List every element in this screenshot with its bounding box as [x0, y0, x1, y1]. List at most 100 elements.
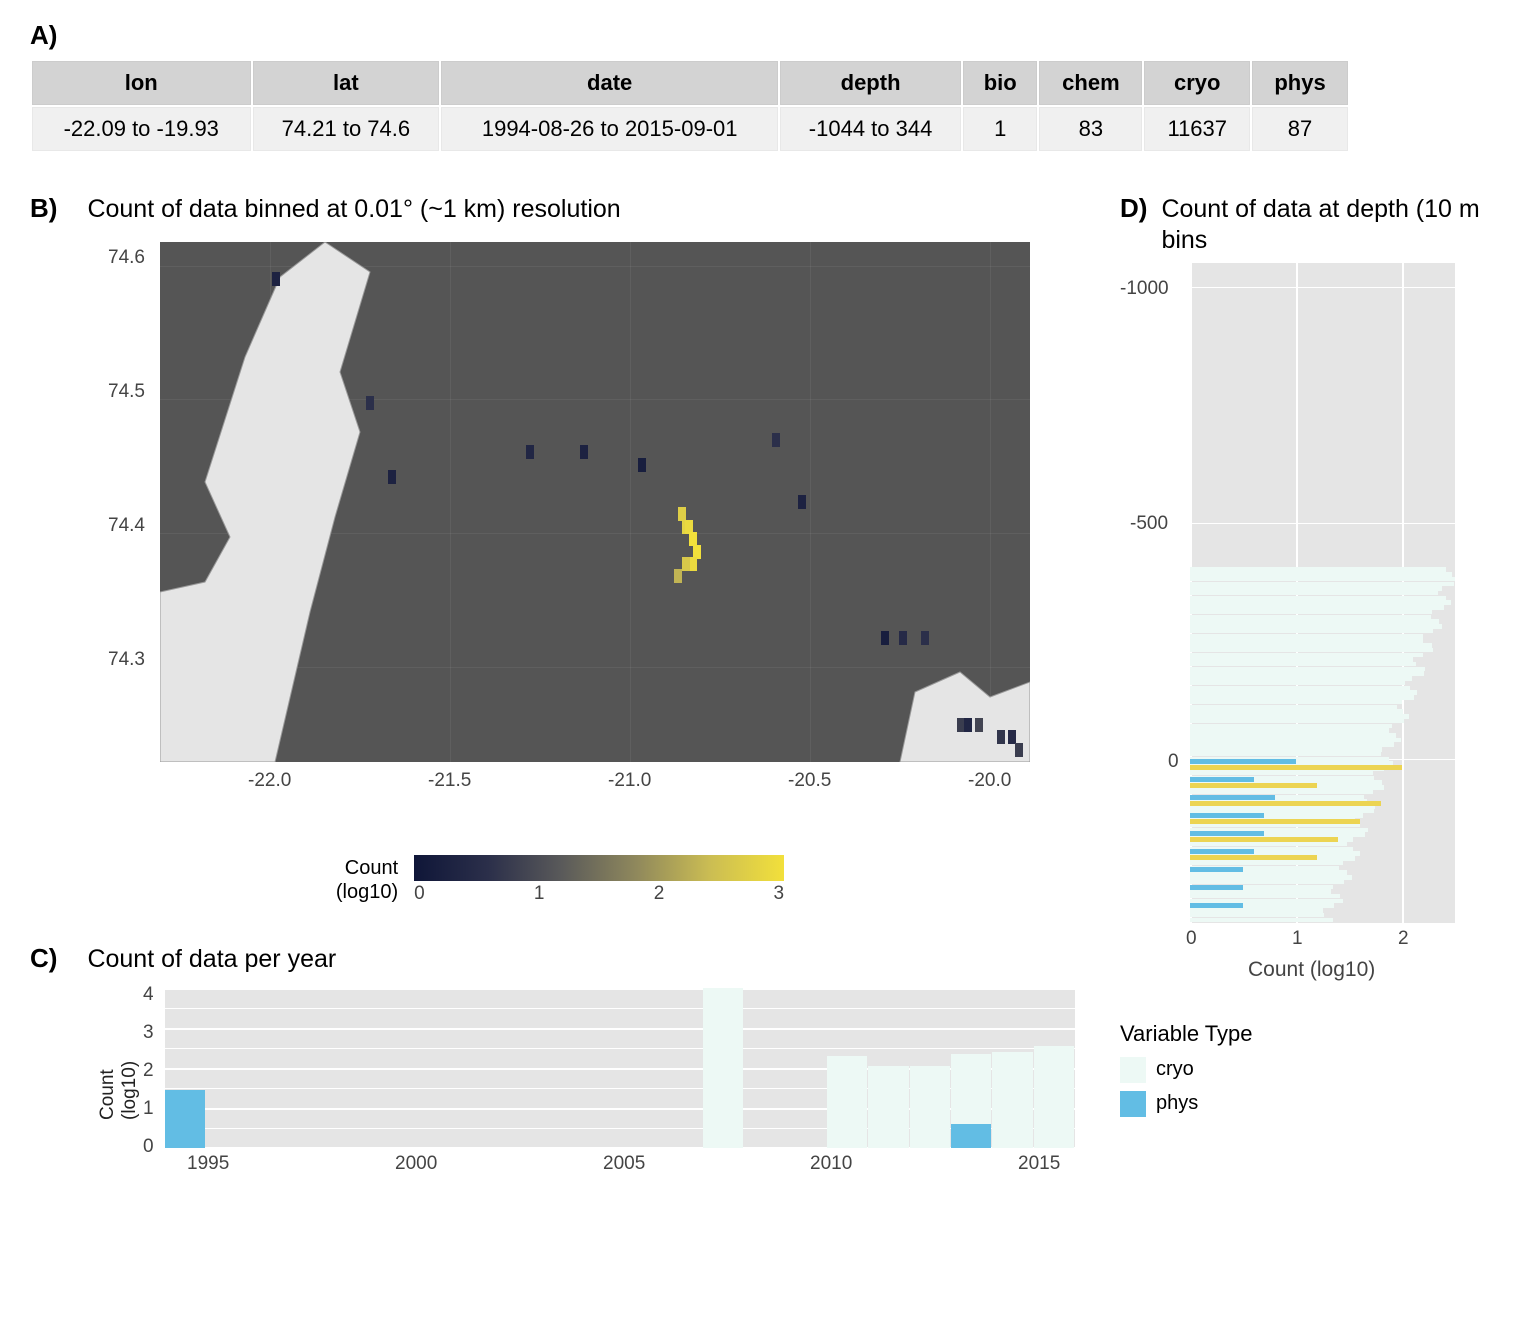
ytick: -1000 [1120, 278, 1169, 300]
bar-cryo [1190, 676, 1412, 681]
ytick: 1 [143, 1098, 154, 1120]
td-date: 1994-08-26 to 2015-09-01 [441, 107, 778, 151]
heat-cell [899, 631, 907, 645]
td-bio: 1 [963, 107, 1037, 151]
bar-phys [1190, 777, 1254, 782]
bar-cryo [1190, 747, 1382, 752]
xtick: 0 [1186, 928, 1197, 950]
colorbar-gradient [414, 855, 784, 881]
bar-chem [1190, 855, 1317, 860]
th-depth: depth [780, 61, 961, 105]
th-date: date [441, 61, 778, 105]
bar-chem [1190, 801, 1381, 806]
bar-cryo [1190, 908, 1323, 913]
bar-cryo [1190, 738, 1401, 743]
xtick: -21.5 [428, 770, 471, 792]
bar-cryo [1190, 690, 1417, 695]
xtick: -20.0 [968, 770, 1011, 792]
bar-cryo [1190, 823, 1360, 828]
bar-cryo [1190, 624, 1442, 629]
ytick: 0 [1168, 751, 1179, 773]
bar-cryo [1190, 752, 1381, 757]
bar-cryo [703, 988, 743, 1148]
bar-phys [1190, 849, 1254, 854]
bar-cryo [1190, 771, 1373, 776]
bar-phys [1190, 867, 1243, 872]
bar-cryo [1190, 709, 1403, 714]
bar-cryo [1190, 657, 1413, 662]
panel-a: A) lon lat date depth bio chem cryo phys… [30, 20, 1506, 153]
bar-cryo [1190, 918, 1333, 923]
bar-cryo [1190, 567, 1446, 572]
bar-cryo [1190, 600, 1451, 605]
heat-cell [689, 557, 697, 571]
bar-cryo [1190, 619, 1439, 624]
heat-cell [526, 445, 534, 459]
heat-cell [881, 631, 889, 645]
bar-phys [165, 1090, 205, 1148]
bar-cryo [1190, 686, 1410, 691]
bar-phys [1190, 903, 1243, 908]
legend: Variable Type cryo phys [1120, 1021, 1480, 1117]
xtick: 1995 [187, 1153, 229, 1175]
td-lat: 74.21 to 74.6 [253, 107, 440, 151]
bar-cryo [1190, 681, 1405, 686]
summary-table: lon lat date depth bio chem cryo phys -2… [30, 59, 1350, 153]
bar-cryo [827, 1056, 867, 1148]
bar-chem [1190, 819, 1360, 824]
ytick: -500 [1130, 513, 1168, 535]
bar-cryo [1190, 861, 1343, 866]
legend-item-phys: phys [1120, 1091, 1480, 1117]
xtick: -21.0 [608, 770, 651, 792]
bar-chem [1190, 837, 1338, 842]
th-bio: bio [963, 61, 1037, 105]
panel-c-ylabel: Count(log10) [97, 1061, 141, 1120]
xtick: 2015 [1018, 1153, 1060, 1175]
bar-cryo [1190, 733, 1396, 738]
map-panel [160, 242, 1030, 762]
bar-cryo [1190, 719, 1404, 724]
bar-phys [1190, 831, 1264, 836]
heat-cell [580, 445, 588, 459]
panel-a-label: A) [30, 20, 1506, 51]
colorbar-ticks: 0 1 2 3 [414, 883, 784, 905]
panel-c: C) Count of data per year Count(log10) 0… [30, 943, 1090, 1178]
heat-cell [921, 631, 929, 645]
xtick: 2005 [603, 1153, 645, 1175]
heat-cell [975, 718, 983, 732]
bar-cryo [1190, 596, 1446, 601]
th-lat: lat [253, 61, 440, 105]
map-plot: 74.6 74.5 74.4 74.3 -22.0 [108, 232, 1088, 827]
panel-d-area [1190, 263, 1455, 923]
th-lon: lon [32, 61, 251, 105]
bar-cryo [1190, 653, 1423, 658]
panel-c-area [165, 988, 1075, 1148]
panel-d-label: D) [1120, 193, 1147, 224]
panel-b: B) Count of data binned at 0.01° (~1 km)… [30, 193, 1090, 905]
panel-b-label: B) [30, 193, 57, 224]
panel-d-plot: -1000 -500 0 0 1 2 Count (log10) [1120, 263, 1460, 993]
panel-d-xlabel: Count (log10) [1248, 958, 1375, 982]
bar-cryo [1190, 742, 1394, 747]
bar-cryo [1190, 577, 1455, 582]
bar-cryo [1190, 894, 1340, 899]
heat-cell [638, 458, 646, 472]
heat-cell [388, 470, 396, 484]
panel-d: D) Count of data at depth (10 m bins -10… [1120, 193, 1480, 1178]
th-cryo: cryo [1144, 61, 1250, 105]
bar-cryo [1190, 582, 1454, 587]
ytick: 74.5 [108, 381, 145, 403]
bar-cryo [1190, 913, 1324, 918]
td-chem: 83 [1039, 107, 1142, 151]
ytick: 2 [143, 1060, 154, 1082]
td-phys: 87 [1252, 107, 1348, 151]
bar-cryo [1190, 714, 1409, 719]
xtick: 2010 [810, 1153, 852, 1175]
bar-phys [1190, 759, 1296, 764]
bar-cryo [1190, 634, 1423, 639]
ytick: 3 [143, 1022, 154, 1044]
bar-cryo [1190, 875, 1352, 880]
colorbar: Count (log10) 0 1 2 3 [30, 855, 1090, 905]
bar-cryo [1190, 842, 1347, 847]
td-depth: -1044 to 344 [780, 107, 961, 151]
